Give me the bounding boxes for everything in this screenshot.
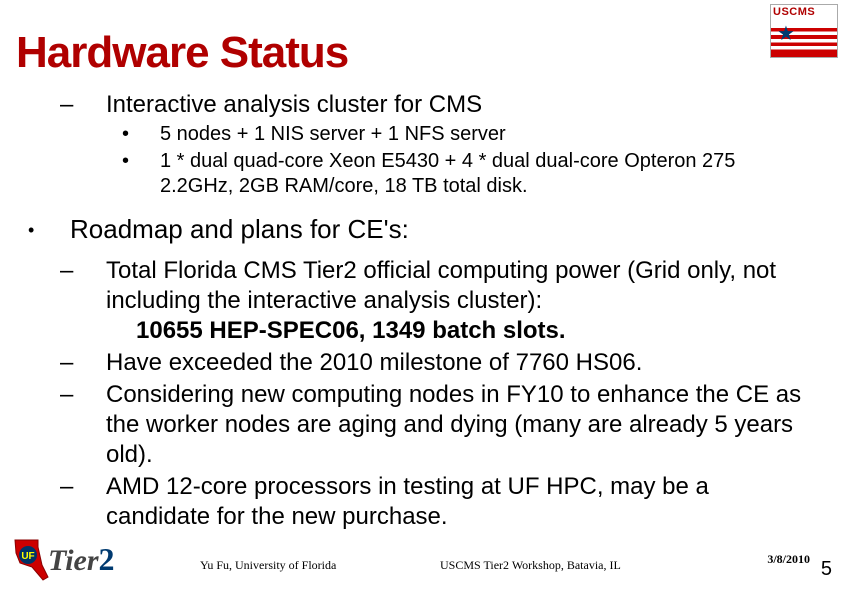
section1-bullet-row: • 1 * dual quad-core Xeon E5430 + 4 * du… [10,149,812,199]
dash-bullet-icon: – [56,472,106,502]
footer-date: 3/8/2010 [767,552,810,567]
dash-bullet-icon: – [56,256,106,286]
tier2-logo: UF Tier2 [10,535,130,583]
dot-bullet-icon: • [20,213,70,242]
section2-item0-text: Total Florida CMS Tier2 official computi… [106,257,776,314]
dash-bullet-icon: – [56,90,106,120]
tier2-logo-text: Tier2 [48,541,115,578]
section1-bullet-text: 5 nodes + 1 NIS server + 1 NFS server [160,122,506,147]
slide-content: – Interactive analysis cluster for CMS •… [0,90,842,532]
slide-title: Hardware Status [0,0,842,88]
section2-heading: Roadmap and plans for CE's: [70,213,409,246]
section2-item-text: AMD 12-core processors in testing at UF … [106,472,812,532]
section1-heading: Interactive analysis cluster for CMS [106,90,482,120]
section2-item0-spec: 10655 HEP-SPEC06, 1349 batch slots. [106,316,812,346]
section2-item-row: – AMD 12-core processors in testing at U… [10,472,812,532]
slide: ★ Hardware Status – Interactive analysis… [0,0,842,595]
tier-number: 2 [99,541,115,577]
section2-item-row: – Considering new computing nodes in FY1… [10,380,812,470]
section2-item-text: Total Florida CMS Tier2 official computi… [106,256,812,346]
slide-footer: UF Tier2 Yu Fu, University of Florida US… [0,551,842,585]
star-icon: ★ [777,21,795,46]
tier-label: Tier [48,544,99,577]
svg-text:UF: UF [21,551,34,562]
section2-item-row: – Have exceeded the 2010 milestone of 77… [10,348,812,378]
section2-item-row: – Total Florida CMS Tier2 official compu… [10,256,812,346]
section2-item-text: Considering new computing nodes in FY10 … [106,380,812,470]
dot-bullet-icon: • [120,149,160,174]
florida-icon: UF [10,535,50,583]
section2-heading-row: • Roadmap and plans for CE's: [10,213,812,246]
footer-event: USCMS Tier2 Workshop, Batavia, IL [440,558,621,573]
dot-bullet-icon: • [120,122,160,147]
dash-bullet-icon: – [56,380,106,410]
dash-bullet-icon: – [56,348,106,378]
uscms-logo: ★ [770,4,838,58]
footer-page-number: 5 [821,558,832,581]
section1-bullet-row: • 5 nodes + 1 NIS server + 1 NFS server [10,122,812,147]
section1-heading-row: – Interactive analysis cluster for CMS [10,90,812,120]
section1-bullet-text: 1 * dual quad-core Xeon E5430 + 4 * dual… [160,149,812,199]
footer-author: Yu Fu, University of Florida [200,558,336,573]
section2-item-text: Have exceeded the 2010 milestone of 7760… [106,348,642,378]
